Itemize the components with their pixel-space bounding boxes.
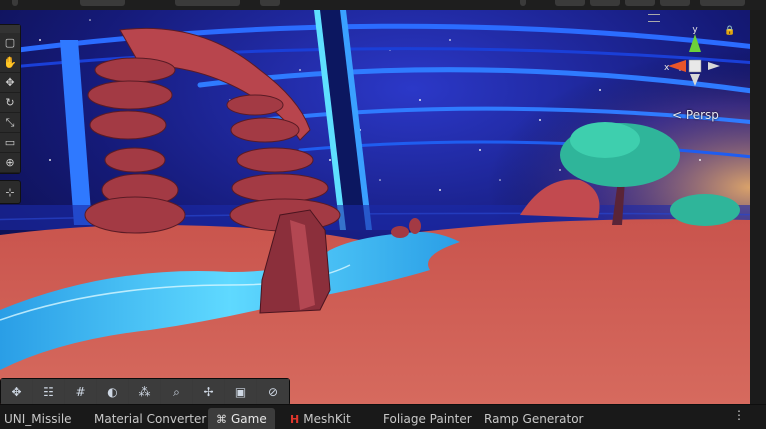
- tab-uni-missile[interactable]: UNI_Missile: [4, 408, 72, 429]
- shading-icon[interactable]: ◐: [97, 379, 129, 405]
- move-icon[interactable]: ✥: [0, 73, 20, 93]
- camera-mode-label[interactable]: < Persp: [672, 108, 719, 122]
- tab-foliage-painter[interactable]: Foliage Painter: [383, 408, 472, 429]
- viewport-menu-icon[interactable]: [648, 14, 660, 22]
- tool-palette-grip[interactable]: [0, 25, 20, 33]
- bottom-tab-bar: UNI_Missile Material Converter ⌘ Game H Me…: [0, 404, 766, 429]
- grid-icon[interactable]: #: [65, 379, 97, 405]
- gizmo-x-axis[interactable]: x: [664, 60, 686, 73]
- meshkit-icon: H: [290, 413, 300, 426]
- top-panel-strip: [0, 0, 766, 10]
- gamepad-icon: ⌘: [216, 413, 227, 426]
- viewport-scrollbar[interactable]: [750, 10, 766, 404]
- gizmo-y-axis[interactable]: y: [689, 25, 701, 52]
- move-gizmo-icon[interactable]: ✥: [1, 379, 33, 405]
- tab-game[interactable]: ⌘ Game: [208, 408, 275, 429]
- tab-ramp-generator[interactable]: Ramp Generator: [484, 408, 584, 429]
- orientation-gizmo[interactable]: y x: [660, 22, 730, 102]
- tab-meshkit[interactable]: H MeshKit: [290, 408, 351, 429]
- transform-icon[interactable]: ⊕: [0, 153, 20, 173]
- lock-icon[interactable]: 🔒: [724, 26, 735, 36]
- more-options-icon[interactable]: ⋮: [733, 408, 745, 422]
- tool-palette: ▢ ✋ ✥ ↻ ⤡ ▭ ⊕: [0, 24, 21, 174]
- rotate-icon[interactable]: ↻: [0, 93, 20, 113]
- svg-text:y: y: [692, 25, 698, 35]
- compass-icon[interactable]: ⊘: [257, 379, 289, 405]
- scene-render: [0, 10, 750, 404]
- chevron-left-icon: <: [672, 108, 683, 122]
- cube-icon[interactable]: ▢: [0, 33, 20, 53]
- search-icon[interactable]: ⌕: [161, 379, 193, 405]
- hand-icon[interactable]: ✋: [0, 53, 20, 73]
- tab-material-converter[interactable]: Material Converter: [94, 408, 206, 429]
- rect-icon[interactable]: ▭: [0, 133, 20, 153]
- nodes-icon[interactable]: ⁂: [129, 379, 161, 405]
- scene-bottom-toolbar: ✥ ☷ # ◐ ⁂ ⌕ ✢ ▣ ⊘: [0, 378, 290, 406]
- svg-text:x: x: [664, 63, 670, 73]
- navigate-icon[interactable]: ✢: [193, 379, 225, 405]
- layers-icon[interactable]: ☷: [33, 379, 65, 405]
- camera-icon[interactable]: ▣: [225, 379, 257, 405]
- custom-tool-icon[interactable]: ⊹: [0, 180, 21, 204]
- scale-icon[interactable]: ⤡: [0, 113, 20, 133]
- scene-viewport[interactable]: [0, 10, 750, 404]
